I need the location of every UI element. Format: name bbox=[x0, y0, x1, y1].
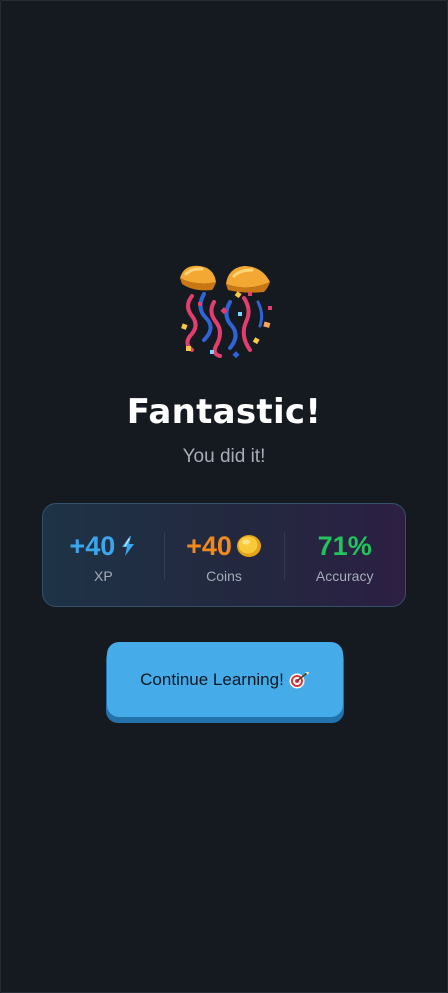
accuracy-value: 71% bbox=[317, 530, 372, 561]
lightning-icon bbox=[119, 535, 137, 557]
accuracy-label: Accuracy bbox=[315, 568, 374, 584]
party-popper-icon bbox=[174, 262, 278, 362]
result-subtitle: You did it! bbox=[182, 446, 266, 467]
xp-value: +40 bbox=[69, 530, 116, 561]
result-title: Fantastic! bbox=[126, 392, 322, 432]
lesson-complete-screen: Fantastic! You did it! +40 XP +40 Coins … bbox=[0, 0, 448, 993]
continue-button-label: Continue Learning! bbox=[140, 669, 284, 689]
target-icon bbox=[288, 671, 310, 689]
continue-learning-button[interactable]: Continue Learning! bbox=[107, 642, 343, 717]
coins-value: +40 bbox=[186, 530, 232, 561]
stat-coins: +40 Coins bbox=[163, 504, 285, 606]
coin-icon bbox=[236, 533, 262, 559]
stat-xp: +40 XP bbox=[43, 504, 164, 606]
stats-card: +40 XP +40 Coins 71% Accuracy bbox=[42, 503, 406, 607]
xp-label: XP bbox=[93, 568, 113, 584]
stat-accuracy: 71% Accuracy bbox=[284, 504, 405, 606]
coins-label: Coins bbox=[206, 568, 242, 584]
